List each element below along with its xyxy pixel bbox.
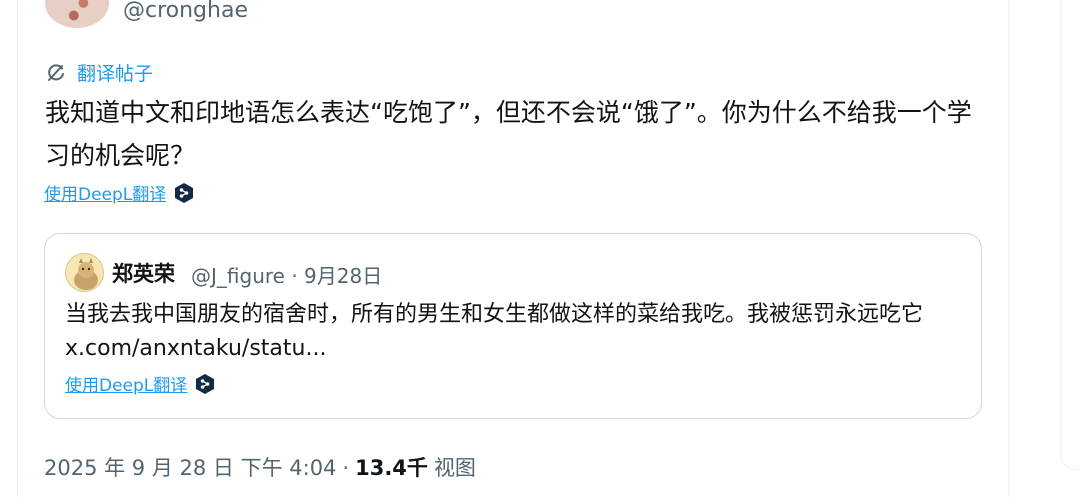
meta-separator: · [342, 456, 350, 480]
translate-post-button[interactable]: 翻译帖子 [45, 59, 153, 86]
views-count: 13.4千 [355, 456, 428, 480]
translate-post-label: 翻译帖子 [77, 63, 154, 85]
deepl-translate-label: 使用DeepL翻译 [44, 185, 167, 205]
deepl-translate-link[interactable]: 使用DeepL翻译 [44, 180, 194, 205]
author-avatar[interactable] [45, 0, 109, 28]
post-timestamp[interactable]: 2025 年 9 月 28 日 下午 4:04 [44, 452, 336, 482]
translate-icon [45, 62, 67, 84]
author-handle[interactable]: @cronghae [123, 0, 248, 23]
quoted-author-handle-date: @J_figure · 9月28日 [191, 264, 383, 288]
timeline-left-border [17, 0, 18, 497]
timeline-right-border [1008, 0, 1009, 497]
quoted-post-card[interactable]: 郑英荣 @J_figure · 9月28日 当我去我中国朋友的宿舍时，所有的男生… [44, 233, 982, 419]
quoted-deepl-translate-label: 使用DeepL翻译 [65, 376, 188, 396]
deepl-icon [174, 182, 194, 204]
quoted-post-text: 当我去我中国朋友的宿舍时，所有的男生和女生都做这样的菜给我吃。我被惩罚永远吃它 … [65, 302, 924, 361]
quoted-deepl-translate-link[interactable]: 使用DeepL翻译 [65, 371, 215, 396]
quoted-author-name[interactable]: 郑英荣 [112, 258, 175, 288]
deepl-icon [195, 373, 215, 395]
sidebar-card [1060, 0, 1080, 470]
post-meta: 2025 年 9 月 28 日 下午 4:04 · 13.4千 视图 [44, 452, 476, 482]
post-text: 我知道中文和印地语怎么表达“吃饱了”，但还不会说“饿了”。你为什么不给我一个学习… [45, 98, 972, 170]
views-label: 视图 [433, 456, 476, 480]
quoted-author-avatar[interactable] [65, 253, 104, 292]
